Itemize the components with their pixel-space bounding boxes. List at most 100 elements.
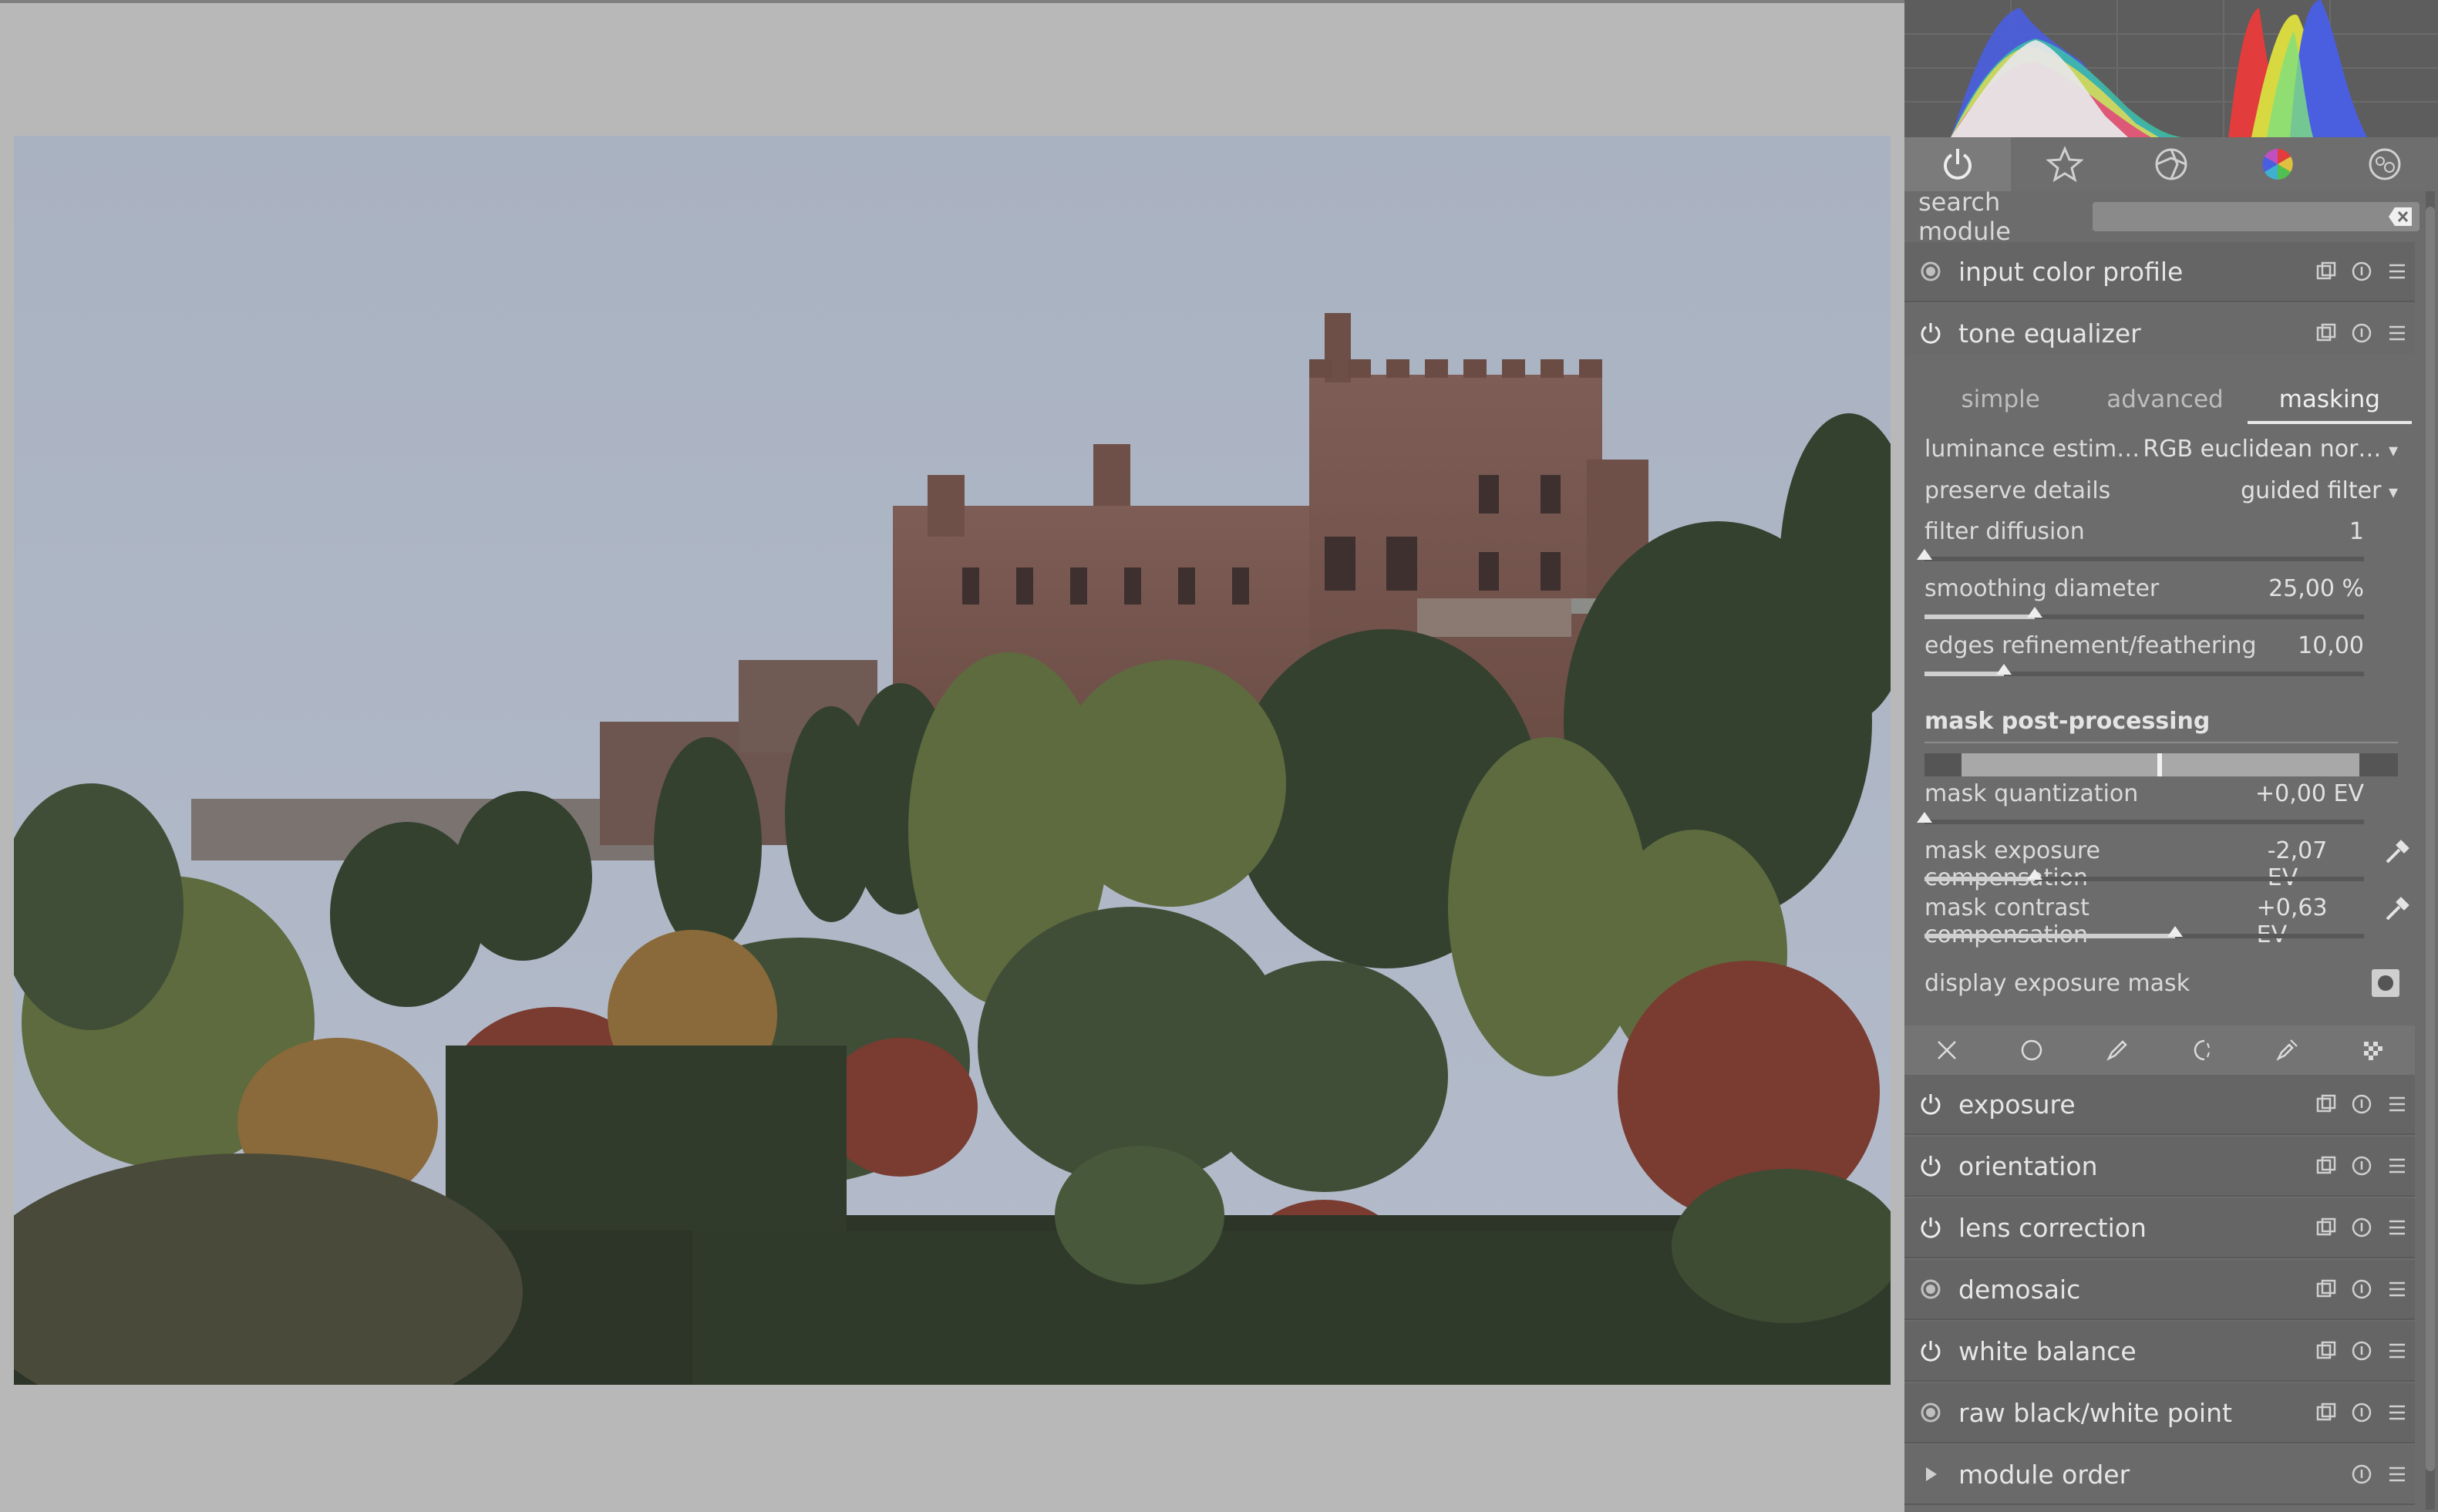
preserve-details-select[interactable]: preserve details guided filter ▾ [1924,477,2398,504]
reset-icon[interactable] [2350,1154,2373,1177]
luminance-estimator-select[interactable]: luminance estim… RGB euclidean nor… ▾ [1924,436,2398,463]
drawn-mask-button[interactable] [2075,1025,2160,1075]
mask-exposure-compensation-slider[interactable] [1924,869,2364,881]
parametric-mask-button[interactable] [2160,1025,2244,1075]
dropdown-arrow-icon: ▾ [2388,439,2398,461]
reset-icon[interactable] [2350,1278,2373,1301]
presets-icon[interactable] [2386,1093,2409,1116]
multi-instance-icon[interactable] [2315,1093,2338,1116]
mask-histogram-marker [2157,753,2162,776]
reset-icon[interactable] [2350,1463,2373,1486]
display-exposure-mask-toggle[interactable] [2372,969,2399,997]
tab-simple[interactable]: simple [1918,378,2083,424]
multi-instance-icon[interactable] [2315,1278,2338,1301]
group-tab-favorites[interactable] [2011,137,2117,191]
module-order[interactable]: module order [1904,1445,2415,1505]
module-input-color-profile[interactable]: input color profile [1904,242,2415,302]
multi-instance-icon[interactable] [2315,1216,2338,1239]
slider-knob[interactable] [2167,926,2183,937]
presets-icon[interactable] [2386,1216,2409,1239]
slider-knob[interactable] [2026,869,2042,880]
power-icon[interactable] [1918,1153,1943,1178]
filter-diffusion-label: filter diffusion [1924,518,2085,545]
slider-knob[interactable] [1917,812,1932,823]
color-wheel-icon [2262,149,2294,180]
reset-icon[interactable] [2350,1339,2373,1362]
search-input[interactable] [2093,202,2419,231]
module-label: demosaic [1958,1274,2081,1305]
edges-refinement-slider[interactable] [1924,664,2364,676]
reset-icon[interactable] [2350,1093,2373,1116]
slider-fill [1924,934,2175,938]
presets-icon[interactable] [2386,1278,2409,1301]
display-exposure-mask-label: display exposure mask [1924,970,2190,997]
slider-knob[interactable] [1917,549,1932,560]
color-picker-icon[interactable] [2382,836,2413,867]
module-white-balance[interactable]: white balance [1904,1322,2415,1382]
mask-exposure-compensation-label: mask exposure compensation [1924,837,2101,891]
module-group-tabs [1904,137,2438,191]
tab-advanced[interactable]: advanced [2083,378,2247,424]
multi-instance-icon[interactable] [2315,1154,2338,1177]
filter-diffusion-value: 1 [2349,518,2364,545]
photo-preview[interactable] [14,136,1891,1385]
power-icon[interactable] [1918,1092,1943,1116]
mask-quantization-slider[interactable] [1917,812,2364,824]
drawn-parametric-mask-button[interactable] [2244,1025,2329,1075]
luminance-estimator-value: RGB euclidean nor… [2143,436,2382,463]
uniform-blend-button[interactable] [1989,1025,2074,1075]
scrollbar-thumb[interactable] [2426,207,2435,1471]
preserve-details-label: preserve details [1924,477,2111,504]
presets-icon[interactable] [2386,322,2409,345]
right-panel: search module input color profile tone e… [1904,0,2438,1512]
reset-icon[interactable] [2350,322,2373,345]
smoothing-diameter-label: smoothing diameter [1924,575,2160,602]
multi-instance-icon[interactable] [2315,1401,2338,1424]
group-tab-color[interactable] [2224,137,2331,191]
multi-instance-icon[interactable] [2315,322,2338,345]
power-icon[interactable] [1918,1339,1943,1363]
presets-icon[interactable] [2386,1154,2409,1177]
presets-icon[interactable] [2386,1401,2409,1424]
reset-icon[interactable] [2350,1401,2373,1424]
circle-icon [2022,1039,2042,1061]
group-tab-technical[interactable] [2118,137,2224,191]
expand-triangle-icon[interactable] [1920,1463,1941,1485]
module-orientation[interactable]: orientation [1904,1137,2415,1197]
smoothing-diameter-slider[interactable] [1924,607,2364,619]
module-label: tone equalizer [1958,318,2141,349]
raster-mask-button[interactable] [2330,1025,2415,1075]
reset-icon[interactable] [2350,260,2373,283]
slider-knob[interactable] [2026,607,2042,618]
module-demosaic[interactable]: demosaic [1904,1260,2415,1320]
clear-search-icon[interactable] [2387,206,2413,227]
module-raw-black-white-point[interactable]: raw black/white point [1904,1383,2415,1443]
always-on-icon [1921,1403,1941,1423]
center-view[interactable] [0,0,1904,1512]
dropdown-arrow-icon: ▾ [2388,481,2398,503]
module-exposure[interactable]: exposure [1904,1075,2415,1135]
reset-icon[interactable] [2350,1216,2373,1239]
power-icon[interactable] [1918,1215,1943,1240]
filter-diffusion-slider[interactable] [1917,549,2364,561]
blend-off-button[interactable] [1904,1025,1989,1075]
group-tab-active[interactable] [1904,137,2012,191]
panel-scrollbar[interactable] [2426,191,2435,1510]
slider-knob[interactable] [1995,664,2012,675]
module-lens-correction[interactable]: lens correction [1904,1198,2415,1258]
search-label: search module [1918,187,2011,246]
color-picker-icon[interactable] [2382,893,2413,924]
tab-masking[interactable]: masking [2247,378,2412,424]
multi-instance-icon[interactable] [2315,1339,2338,1362]
mask-contrast-compensation-slider[interactable] [1924,926,2364,938]
power-icon[interactable] [1918,321,1943,345]
multi-instance-icon[interactable] [2315,260,2338,283]
presets-icon[interactable] [2386,260,2409,283]
presets-icon[interactable] [2386,1339,2409,1362]
presets-icon[interactable] [2386,1463,2409,1486]
display-exposure-mask-row: display exposure mask [1924,970,2356,997]
mask-histogram-bar [1924,753,2398,776]
module-label: raw black/white point [1958,1397,2232,1428]
histogram[interactable] [1904,0,2438,137]
group-tab-effects[interactable] [2332,137,2438,191]
